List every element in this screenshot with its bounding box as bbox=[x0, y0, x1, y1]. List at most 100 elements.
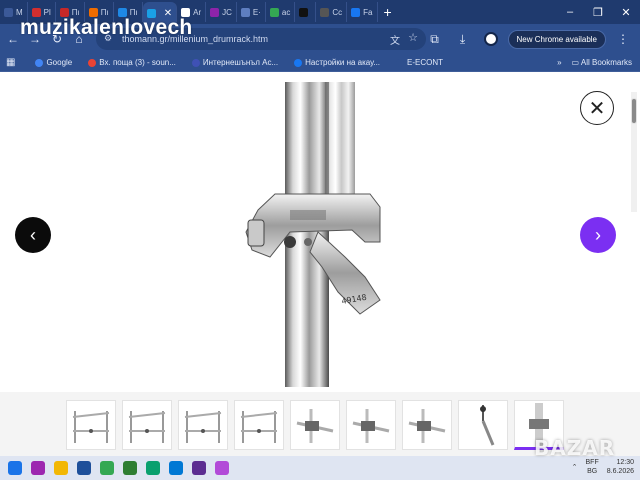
file-explorer-icon[interactable] bbox=[54, 461, 68, 475]
language-bottom: BG bbox=[587, 468, 598, 475]
menu-icon[interactable]: ⋮ bbox=[612, 28, 634, 50]
download-icon[interactable]: ⤓ bbox=[452, 28, 474, 50]
chrome-icon[interactable] bbox=[100, 461, 114, 475]
drum-rack-clamp-image: 49148 bbox=[245, 82, 381, 387]
tab-favicon-icon bbox=[351, 7, 361, 17]
close-icon: ✕ bbox=[588, 97, 606, 120]
minimize-icon[interactable]: – bbox=[556, 6, 584, 18]
browser-tab[interactable]: Cc bbox=[316, 2, 348, 22]
tab-label: E· bbox=[252, 7, 261, 17]
toolbar-right: ⧉ ⤓ New Chrome available ⋮ bbox=[424, 28, 640, 50]
bookmark-item[interactable]: E-ECONT bbox=[396, 58, 443, 67]
bookmark-favicon-icon bbox=[294, 58, 303, 67]
sheet-icon[interactable] bbox=[123, 461, 137, 475]
chevron-right-icon: › bbox=[595, 224, 601, 245]
store-icon[interactable] bbox=[192, 461, 206, 475]
previous-image-button[interactable]: ‹ bbox=[15, 217, 51, 253]
bookmark-label: Google bbox=[46, 58, 73, 67]
apps-grid-icon[interactable]: ▦ bbox=[6, 57, 15, 68]
new-tab-button[interactable]: + bbox=[378, 4, 398, 20]
tab-label: Cc bbox=[332, 7, 343, 17]
chevron-left-icon: ‹ bbox=[30, 224, 36, 245]
bookmark-favicon-icon bbox=[396, 58, 405, 67]
thumbnail-image bbox=[184, 411, 222, 443]
maximize-icon[interactable]: ❐ bbox=[584, 6, 612, 19]
tab-favicon-icon bbox=[4, 7, 13, 17]
corner-watermark: BAZAR bbox=[534, 436, 616, 460]
edge-icon[interactable] bbox=[169, 461, 183, 475]
bookmark-label: E-ECONT bbox=[407, 58, 444, 67]
next-image-button[interactable]: › bbox=[580, 217, 616, 253]
translate-icon[interactable]: 文 bbox=[390, 32, 400, 47]
thumbnail-clamp-detail-3[interactable] bbox=[402, 400, 452, 450]
thumbnail-image bbox=[240, 411, 278, 443]
system-tray: ⌃ BFF BG 12:30 8.6.2026 bbox=[572, 458, 634, 476]
extensions-icon[interactable]: ⧉ bbox=[424, 28, 446, 50]
thumbnail-drum-rack-side[interactable] bbox=[178, 400, 228, 450]
phone-link-icon[interactable] bbox=[146, 461, 160, 475]
browser-tab[interactable] bbox=[295, 2, 317, 22]
thumbnail-clamp-detail-2[interactable] bbox=[346, 400, 396, 450]
tray-up-icon[interactable]: ⌃ bbox=[572, 463, 578, 471]
copilot-icon[interactable] bbox=[31, 461, 45, 475]
watermark-text: muzikalenlovech bbox=[20, 16, 193, 39]
tab-label: Ar bbox=[193, 7, 202, 17]
scrollbar-thumb[interactable] bbox=[631, 98, 637, 124]
tab-label: ac bbox=[281, 7, 291, 17]
new-chrome-button[interactable]: New Chrome available bbox=[507, 29, 606, 49]
bookmark-item[interactable]: Настройки на акау... bbox=[294, 58, 380, 67]
window-controls: – ❐ ✕ bbox=[556, 0, 640, 24]
thumbnail-image bbox=[128, 411, 166, 443]
thumbnail-image bbox=[296, 409, 334, 443]
windows-start-icon[interactable] bbox=[8, 461, 22, 475]
all-bookmarks-button[interactable]: ▭ All Bookmarks bbox=[572, 58, 632, 67]
thumbnail-image bbox=[352, 409, 390, 443]
tab-favicon-icon bbox=[210, 7, 220, 17]
tab-label: Fa bbox=[363, 7, 373, 17]
bookmarks-bar: ▦ Google Вх. поща (3) - soun... Интернешън… bbox=[0, 54, 640, 72]
clock[interactable]: 12:30 8.6.2026 bbox=[607, 458, 634, 476]
thumbnail-drum-rack-angle[interactable] bbox=[122, 400, 172, 450]
tab-favicon-icon bbox=[269, 7, 279, 17]
tab-favicon-icon bbox=[320, 7, 330, 17]
tab-favicon-icon bbox=[240, 7, 250, 17]
thumbnail-image bbox=[480, 405, 495, 446]
bookmark-list: Google Вх. поща (3) - soun... Интернешънъл… bbox=[35, 58, 443, 67]
browser-tab[interactable]: JC bbox=[206, 2, 237, 22]
bookmark-label: Вх. поща (3) - soun... bbox=[99, 58, 176, 67]
close-viewer-button[interactable]: ✕ bbox=[580, 91, 614, 125]
taskbar-icons bbox=[8, 461, 229, 475]
bookmark-favicon-icon bbox=[191, 58, 200, 67]
bookmark-item[interactable]: Вх. поща (3) - soun... bbox=[88, 58, 176, 67]
avatar bbox=[483, 32, 498, 46]
thumbnail-drum-rack-front[interactable] bbox=[66, 400, 116, 450]
scrollbar[interactable] bbox=[631, 92, 637, 212]
browser-tab[interactable]: E· bbox=[237, 2, 266, 22]
thumbnail-image bbox=[72, 411, 110, 443]
bookmark-favicon-icon bbox=[35, 58, 44, 67]
browser-tab[interactable]: ac bbox=[266, 2, 296, 22]
thumbnail-cymbal-arm[interactable] bbox=[458, 400, 508, 450]
close-window-icon[interactable]: ✕ bbox=[612, 6, 640, 19]
bookmark-label: Настройки на акау... bbox=[305, 58, 381, 67]
bookmark-item[interactable]: Интернешънъл Ас... bbox=[191, 58, 279, 67]
bookmark-star-icon[interactable]: ☆ bbox=[408, 31, 418, 44]
bookmarks-right: » ▭ All Bookmarks bbox=[557, 58, 632, 67]
product-image: 49148 bbox=[230, 82, 400, 387]
media-icon[interactable] bbox=[77, 461, 91, 475]
tab-label: JC bbox=[222, 7, 232, 17]
browser-tab[interactable]: Fa bbox=[347, 2, 378, 22]
clock-date: 8.6.2026 bbox=[606, 468, 634, 475]
all-bookmarks-label: All Bookmarks bbox=[580, 58, 632, 67]
bookmark-label: Интернешънъл Ас... bbox=[202, 58, 279, 67]
tab-favicon-icon bbox=[299, 7, 309, 17]
bookmarks-more-icon[interactable]: » bbox=[557, 58, 561, 67]
profile-icon[interactable] bbox=[480, 28, 502, 50]
thumbnail-drum-rack-back[interactable] bbox=[234, 400, 284, 450]
bookmark-favicon-icon bbox=[88, 58, 97, 67]
bookmark-item[interactable]: Google bbox=[35, 58, 72, 67]
thumbnail-clamp-detail-1[interactable] bbox=[290, 400, 340, 450]
app-icon[interactable] bbox=[215, 461, 229, 475]
thumbnail-image bbox=[408, 409, 446, 443]
language-indicator[interactable]: BFF BG bbox=[586, 458, 599, 476]
